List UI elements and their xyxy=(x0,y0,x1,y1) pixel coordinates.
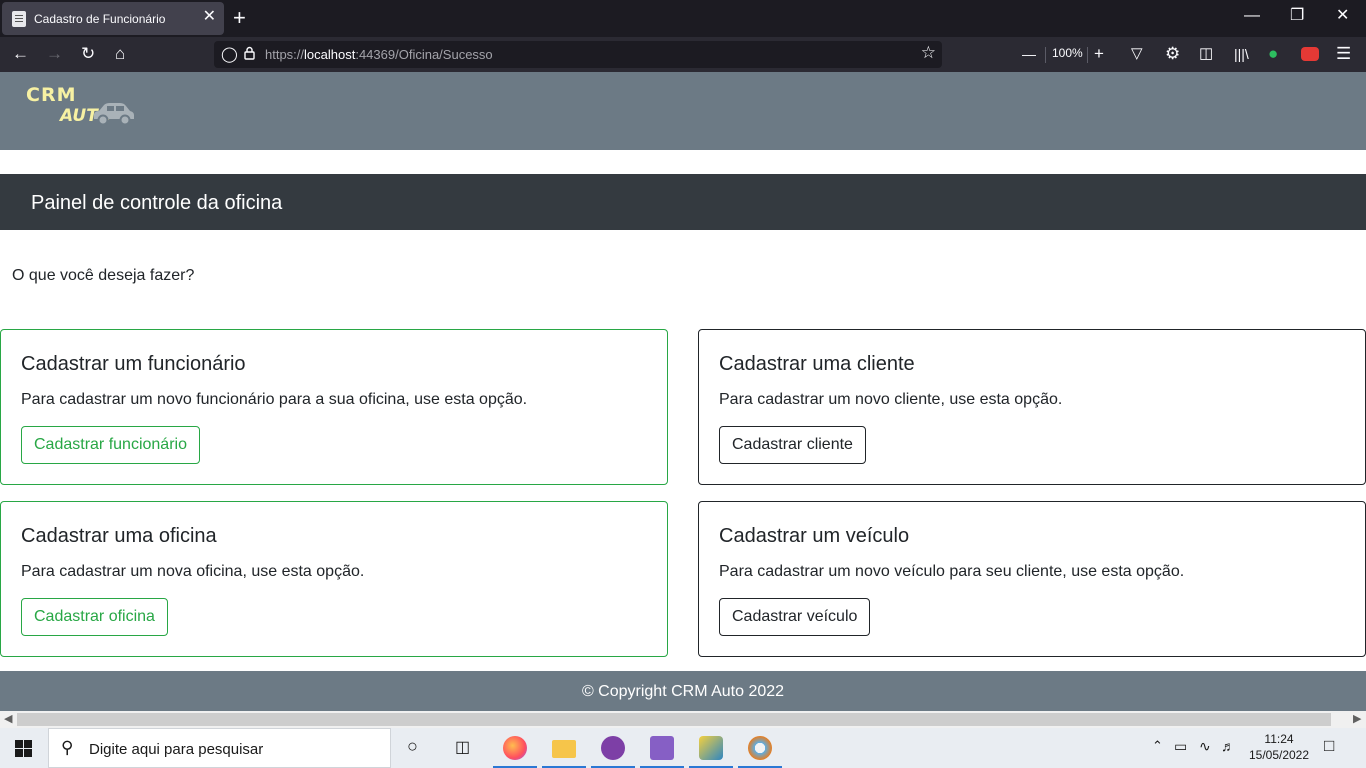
chevron-up-icon[interactable]: ⌃ xyxy=(1152,738,1163,754)
wifi-icon[interactable]: ∿ xyxy=(1199,738,1211,755)
card-funcionario: Cadastrar um funcionário Para cadastrar … xyxy=(0,329,668,485)
firefox-taskbar-icon[interactable] xyxy=(491,728,539,768)
menu-hamburger-icon[interactable]: ☰ xyxy=(1336,43,1351,65)
car-icon xyxy=(94,103,134,126)
close-tab-icon[interactable]: ✕ xyxy=(203,9,216,25)
search-placeholder: Digite aqui para pesquisar xyxy=(89,741,264,758)
crm-auto-logo[interactable]: CRM AUTO xyxy=(26,84,136,130)
card-oficina: Cadastrar uma oficina Para cadastrar um … xyxy=(0,501,668,657)
page-icon xyxy=(12,11,26,27)
browser-tab-strip: Cadastro de Funcionário ✕ + — ❐ ✕ xyxy=(0,0,1366,37)
divider xyxy=(1045,47,1046,63)
notifications-icon[interactable]: □ xyxy=(1324,736,1334,756)
battery-icon[interactable]: ▭ xyxy=(1174,738,1187,755)
site-footer: © Copyright CRM Auto 2022 xyxy=(0,671,1366,711)
site-header: CRM AUTO xyxy=(0,72,1366,150)
folder-icon[interactable]: ◫ xyxy=(1199,43,1213,65)
restore-icon[interactable]: ❐ xyxy=(1290,7,1304,25)
youtube-extension-icon[interactable] xyxy=(1301,47,1319,61)
question-text: O que você deseja fazer? xyxy=(12,267,195,284)
search-icon: ⚲ xyxy=(61,738,74,757)
visual-studio-taskbar-icon[interactable] xyxy=(638,728,686,768)
new-tab-button[interactable]: + xyxy=(233,6,246,30)
windows-taskbar: ⚲ Digite aqui para pesquisar ○ ◫ ⌃ ▭ ∿ ♬… xyxy=(0,728,1366,768)
url-text[interactable]: https://localhost:44369/Oficina/Sucesso xyxy=(265,47,493,62)
divider xyxy=(1087,47,1088,63)
scroll-right-icon[interactable]: ▶ xyxy=(1353,712,1361,725)
horizontal-scrollbar[interactable]: ◀ ▶ xyxy=(0,711,1366,728)
lock-icon[interactable] xyxy=(244,46,255,60)
address-bar[interactable]: ◯ https://localhost:44369/Oficina/Sucess… xyxy=(214,41,942,68)
card-veiculo: Cadastrar um veículo Para cadastrar um n… xyxy=(698,501,1366,657)
clock-time: 11:24 xyxy=(1264,732,1294,746)
browser-tab[interactable]: Cadastro de Funcionário ✕ xyxy=(2,2,224,35)
card-title: Cadastrar um funcionário xyxy=(21,353,246,375)
logo-text-crm: CRM xyxy=(26,84,77,106)
clock-date: 15/05/2022 xyxy=(1248,748,1310,762)
cortana-icon[interactable]: ○ xyxy=(407,736,418,757)
scroll-left-icon[interactable]: ◀ xyxy=(4,712,12,725)
panel-bar: Painel de controle da oficina xyxy=(0,174,1366,230)
home-icon[interactable]: ⌂ xyxy=(115,43,125,65)
tracking-shield-icon[interactable]: ◯ xyxy=(221,45,238,63)
card-description: Para cadastrar um novo veículo para seu … xyxy=(719,563,1185,580)
card-description: Para cadastrar um nova oficina, use esta… xyxy=(21,563,365,580)
cadastrar-cliente-button[interactable]: Cadastrar cliente xyxy=(719,426,866,464)
card-title: Cadastrar uma cliente xyxy=(719,353,915,375)
pocket-icon[interactable]: ▽ xyxy=(1131,43,1143,65)
card-description: Para cadastrar um novo funcionário para … xyxy=(21,391,528,408)
copyright-text: © Copyright CRM Auto 2022 xyxy=(581,683,785,700)
cadastrar-oficina-button[interactable]: Cadastrar oficina xyxy=(21,598,168,636)
evernote-extension-icon[interactable]: ● xyxy=(1268,43,1278,65)
browser-navbar: ← → ↻ ⌂ ◯ https://localhost:44369/Oficin… xyxy=(0,37,1366,72)
taskbar-search-box[interactable]: ⚲ Digite aqui para pesquisar xyxy=(48,728,391,768)
bookmark-star-icon[interactable]: ☆ xyxy=(921,43,936,63)
file-explorer-taskbar-icon[interactable] xyxy=(540,728,588,768)
tab-title: Cadastro de Funcionário xyxy=(34,12,166,26)
zoom-out-button[interactable]: — xyxy=(1022,43,1036,65)
page: CRM AUTO Painel de controle da oficina O… xyxy=(0,72,1366,711)
windows-start-icon[interactable] xyxy=(15,740,32,757)
zoom-level[interactable]: 100% xyxy=(1052,46,1083,60)
forward-icon[interactable]: → xyxy=(46,43,63,65)
task-view-icon[interactable]: ◫ xyxy=(455,737,470,757)
scrollbar-thumb[interactable] xyxy=(17,713,1331,726)
cadastrar-funcionario-button[interactable]: Cadastrar funcionário xyxy=(21,426,200,464)
card-description: Para cadastrar um novo cliente, use esta… xyxy=(719,391,1063,408)
clock[interactable]: 11:24 15/05/2022 xyxy=(1246,731,1312,763)
library-icon[interactable]: |||\ xyxy=(1234,43,1249,65)
minimize-icon[interactable]: — xyxy=(1244,7,1260,25)
card-cliente: Cadastrar uma cliente Para cadastrar um … xyxy=(698,329,1366,485)
volume-icon[interactable]: ♬ xyxy=(1221,738,1235,754)
paint-taskbar-icon[interactable] xyxy=(736,728,784,768)
settings-gear-icon[interactable]: ⚙ xyxy=(1165,43,1180,65)
close-window-icon[interactable]: ✕ xyxy=(1336,7,1349,25)
card-title: Cadastrar um veículo xyxy=(719,525,910,547)
reload-icon[interactable]: ↻ xyxy=(81,43,95,65)
zoom-in-button[interactable]: + xyxy=(1094,43,1104,65)
card-title: Cadastrar uma oficina xyxy=(21,525,217,547)
github-desktop-taskbar-icon[interactable] xyxy=(589,728,637,768)
cadastrar-veiculo-button[interactable]: Cadastrar veículo xyxy=(719,598,871,636)
back-icon[interactable]: ← xyxy=(12,43,29,65)
app-taskbar-icon[interactable] xyxy=(687,728,735,768)
page-title: Painel de controle da oficina xyxy=(31,192,283,214)
